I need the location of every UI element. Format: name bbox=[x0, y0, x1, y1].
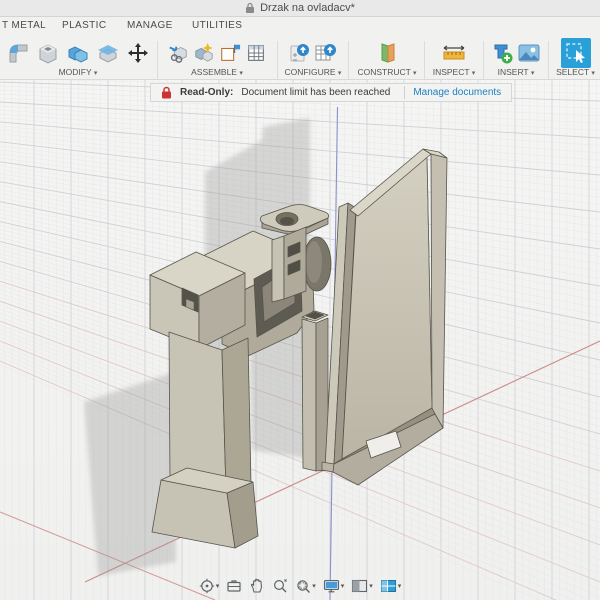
move-icon[interactable] bbox=[124, 39, 152, 67]
assemble-dropdown[interactable]: ASSEMBLE ▾ bbox=[191, 67, 243, 77]
display-settings-button[interactable]: ▾ bbox=[321, 577, 347, 595]
toolbar-group-configure: CONFIGURE ▾ bbox=[281, 38, 345, 80]
readonly-label: Read-Only: bbox=[180, 87, 234, 98]
viewports-button[interactable]: ▾ bbox=[378, 577, 404, 595]
ribbon-tabs: T METAL PLASTIC MANAGE UTILITIES bbox=[0, 20, 600, 36]
tab-manage[interactable]: MANAGE bbox=[127, 20, 173, 31]
select-icon[interactable] bbox=[560, 38, 591, 68]
lock-icon bbox=[246, 2, 255, 13]
tab-plastic[interactable]: PLASTIC bbox=[62, 20, 106, 31]
joint-icon[interactable] bbox=[192, 39, 216, 67]
display-settings-icon bbox=[323, 579, 339, 593]
manage-documents-link[interactable]: Manage documents bbox=[413, 87, 501, 98]
title-bar: Drzak na ovladacv* bbox=[0, 0, 600, 17]
model-column[interactable] bbox=[168, 331, 252, 493]
ribbon: T METAL PLASTIC MANAGE UTILITIES MODIFY … bbox=[0, 17, 600, 93]
zoom-button[interactable] bbox=[270, 577, 290, 595]
grid-settings-button[interactable]: ▾ bbox=[349, 577, 375, 595]
insert-derive-icon[interactable] bbox=[166, 39, 190, 67]
readonly-lock-icon bbox=[162, 86, 171, 99]
insert-image-icon[interactable] bbox=[517, 39, 541, 67]
orbit-icon bbox=[199, 578, 214, 594]
combine-icon[interactable] bbox=[64, 39, 92, 67]
construct-dropdown[interactable]: CONSTRUCT ▾ bbox=[357, 67, 416, 77]
split-body-icon[interactable] bbox=[94, 39, 122, 67]
look-at-button[interactable] bbox=[224, 577, 244, 595]
configure-dropdown[interactable]: CONFIGURE ▾ bbox=[285, 67, 342, 77]
viewports-icon bbox=[380, 580, 396, 592]
zoom-window-button[interactable]: ▾ bbox=[293, 577, 318, 595]
toolbar-group-assemble: ASSEMBLE ▾ bbox=[160, 38, 274, 80]
document-title: Drzak na ovladacv* bbox=[260, 2, 355, 14]
bottom-nav-bar: ▾ ▾ ▾ ▾ ▾ bbox=[0, 577, 600, 595]
pan-icon bbox=[251, 578, 263, 593]
tab-utilities[interactable]: UTILITIES bbox=[192, 20, 242, 31]
configuration-table-icon[interactable] bbox=[314, 39, 338, 67]
construct-plane-icon[interactable] bbox=[373, 39, 401, 67]
readonly-message: Document limit has been reached bbox=[241, 87, 391, 98]
toolbar-group-modify: MODIFY ▾ bbox=[2, 38, 154, 80]
toolbar-group-inspect: INSPECT ▾ bbox=[427, 38, 481, 80]
zoom-icon bbox=[274, 579, 288, 593]
viewport-3d[interactable] bbox=[0, 61, 600, 600]
look-at-icon bbox=[227, 580, 241, 592]
grid-settings-icon bbox=[352, 579, 368, 593]
insert-dropdown[interactable]: INSERT ▾ bbox=[498, 67, 535, 77]
toolbar-group-construct: CONSTRUCT ▾ bbox=[351, 38, 423, 80]
orbit-button[interactable]: ▾ bbox=[197, 577, 222, 595]
insert-fastener-icon[interactable] bbox=[491, 39, 515, 67]
select-dropdown[interactable]: SELECT ▾ bbox=[556, 67, 595, 77]
bom-icon[interactable] bbox=[244, 39, 268, 67]
readonly-bar: Read-Only: Document limit has been reach… bbox=[150, 83, 513, 102]
readonly-divider bbox=[404, 86, 406, 99]
zoom-window-icon bbox=[297, 580, 311, 593]
toolbar-group-insert: INSERT ▾ bbox=[486, 38, 546, 80]
shell-icon[interactable] bbox=[34, 39, 62, 67]
new-component-icon[interactable] bbox=[218, 39, 242, 67]
viewport-canvas bbox=[0, 61, 600, 600]
toolbar: MODIFY ▾ ASSEMBLE ▾ CONFIGURE ▾ CONSTRUC… bbox=[0, 38, 600, 93]
configuration-icon[interactable] bbox=[288, 39, 312, 67]
tab-sheet-metal[interactable]: T METAL bbox=[2, 20, 46, 31]
pan-button[interactable] bbox=[247, 577, 267, 595]
toolbar-group-select: SELECT ▾ bbox=[551, 38, 600, 80]
model-pocket[interactable] bbox=[301, 310, 329, 472]
fillet-icon[interactable] bbox=[4, 39, 32, 67]
inspect-dropdown[interactable]: INSPECT ▾ bbox=[433, 67, 476, 77]
modify-dropdown[interactable]: MODIFY ▾ bbox=[59, 67, 98, 77]
fusion-window: Drzak na ovladacv* T METAL PLASTIC MANAG… bbox=[0, 0, 600, 600]
measure-icon[interactable] bbox=[440, 39, 468, 67]
